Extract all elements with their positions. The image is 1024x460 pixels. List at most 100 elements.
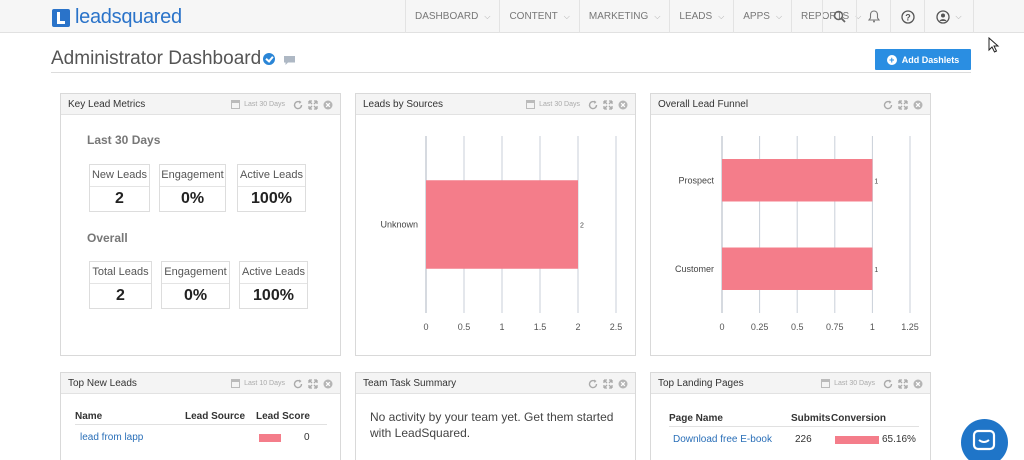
refresh-icon[interactable] [291, 98, 304, 111]
search-icon[interactable] [822, 0, 856, 33]
column-header-page-name[interactable]: Page Name [669, 413, 723, 424]
nav-dashboard[interactable]: DASHBOARD ⌵ [405, 0, 499, 33]
data-label: 2 [580, 223, 584, 230]
leads-by-sources-chart: 0 0.5 1 1.5 2 2.5 Unknown 2 [380, 136, 622, 332]
expand-icon[interactable] [306, 98, 319, 111]
dashlet-title: Key Lead Metrics [68, 99, 146, 110]
column-header-lead-score[interactable]: Lead Score [256, 411, 310, 422]
refresh-icon[interactable] [586, 377, 599, 390]
dashlet-top-new-leads: Top New Leads Last 10 Days Name Lead Sou… [60, 372, 341, 460]
metric-value: 2 [115, 190, 124, 207]
x-tick-label: 0 [423, 322, 428, 332]
dashlet-tools [584, 377, 629, 390]
nav-leads-label: LEADS [679, 11, 713, 22]
metric-label: New Leads [91, 169, 148, 181]
close-icon[interactable] [616, 377, 629, 390]
metric-label: Engagement [164, 266, 227, 278]
dashlet-top-landing-pages: Top Landing Pages Last 30 Days Page Name… [650, 372, 931, 460]
date-range[interactable]: Last 30 Days [821, 379, 875, 388]
lead-score-bar [259, 434, 281, 442]
lead-name-link[interactable]: lead from lapp [80, 432, 143, 443]
bell-icon[interactable] [856, 0, 890, 33]
add-dashlets-label: Add Dashlets [901, 54, 960, 65]
chat-icon [972, 429, 996, 451]
brand-logo[interactable]: leadsquared [52, 6, 182, 29]
expand-icon[interactable] [601, 98, 614, 111]
section-heading: Last 30 Days [87, 133, 161, 147]
bar [426, 180, 578, 269]
close-icon[interactable] [321, 98, 334, 111]
user-menu[interactable]: ⌵ [924, 0, 974, 33]
date-range-label: Last 30 Days [539, 101, 580, 108]
nav-content-label: CONTENT [509, 11, 558, 22]
dashlet-header: Team Task Summary [356, 373, 635, 394]
x-tick-label: 2 [575, 322, 580, 332]
page-title: Administrator Dashboard [51, 48, 262, 69]
metric-label: Active Leads [242, 266, 305, 278]
verified-check-icon [263, 53, 275, 65]
x-tick-label: 0.5 [791, 322, 804, 332]
section-heading: Overall [87, 231, 128, 245]
close-icon[interactable] [616, 98, 629, 111]
dashlet-tools [879, 98, 924, 111]
calendar-icon [231, 100, 241, 109]
x-tick-label: 0.75 [826, 322, 844, 332]
data-label: 1 [874, 267, 878, 274]
expand-icon[interactable] [896, 98, 909, 111]
lead-score-value: 0 [304, 432, 310, 443]
metric-divider [240, 283, 307, 284]
metric-divider [160, 186, 225, 187]
refresh-icon[interactable] [881, 377, 894, 390]
landing-page-link[interactable]: Download free E-book [673, 434, 772, 445]
x-tick-label: 1.5 [534, 322, 547, 332]
calendar-icon [821, 379, 831, 388]
metric-value: 0% [180, 190, 205, 207]
expand-icon[interactable] [896, 377, 909, 390]
chevron-down-icon: ⌵ [718, 11, 725, 21]
svg-text:?: ? [905, 12, 911, 22]
metric-active-leads: Active Leads 100% [237, 164, 306, 212]
close-icon[interactable] [321, 377, 334, 390]
lead-funnel-chart: 0 0.25 0.5 0.75 1 1.25 Prospect 1 Customer 1 [675, 136, 919, 332]
close-icon[interactable] [911, 377, 924, 390]
metric-label: Engagement [161, 169, 224, 181]
metric-divider [162, 283, 229, 284]
chevron-down-icon: ⌵ [775, 11, 783, 21]
column-header-conversion[interactable]: Conversion [831, 413, 886, 424]
nav-marketing[interactable]: MARKETING ⌵ [578, 0, 670, 33]
nav-apps-label: APPS [743, 11, 770, 22]
dashlet-team-task-summary: Team Task Summary No activity by your te… [355, 372, 636, 460]
x-tick-label: 1 [499, 322, 504, 332]
nav-leads[interactable]: LEADS ⌵ [669, 0, 733, 33]
plus-icon: + [886, 54, 897, 65]
expand-icon[interactable] [306, 377, 319, 390]
metric-label: Total Leads [92, 266, 149, 278]
dashlet-title: Top Landing Pages [658, 378, 744, 389]
refresh-icon[interactable] [291, 377, 304, 390]
nav-icon-group: ? ⌵ [822, 0, 974, 33]
refresh-icon[interactable] [881, 98, 894, 111]
date-range-label: Last 10 Days [244, 380, 285, 387]
conversion-value: 65.16% [882, 434, 916, 445]
add-dashlets-button[interactable]: + Add Dashlets [875, 49, 971, 70]
table-header-divider [75, 424, 327, 425]
live-chat-button[interactable] [961, 419, 1008, 460]
category-label: Prospect [678, 175, 714, 185]
help-icon[interactable]: ? [890, 0, 924, 33]
column-header-lead-source[interactable]: Lead Source [185, 411, 245, 422]
close-icon[interactable] [911, 98, 924, 111]
bar [722, 159, 873, 202]
nav-content[interactable]: CONTENT ⌵ [499, 0, 578, 33]
dashlet-header: Top New Leads Last 10 Days [61, 373, 340, 394]
date-range[interactable]: Last 30 Days [231, 100, 285, 109]
metric-active-leads-overall: Active Leads 100% [239, 261, 308, 309]
expand-icon[interactable] [601, 377, 614, 390]
dashlet-tools: Last 30 Days [821, 377, 924, 390]
date-range[interactable]: Last 10 Days [231, 379, 285, 388]
date-range[interactable]: Last 30 Days [526, 100, 580, 109]
refresh-icon[interactable] [586, 98, 599, 111]
comment-icon[interactable] [283, 53, 296, 71]
column-header-name[interactable]: Name [75, 411, 102, 422]
nav-apps[interactable]: APPS ⌵ [733, 0, 791, 33]
column-header-submits[interactable]: Submits [791, 413, 830, 424]
